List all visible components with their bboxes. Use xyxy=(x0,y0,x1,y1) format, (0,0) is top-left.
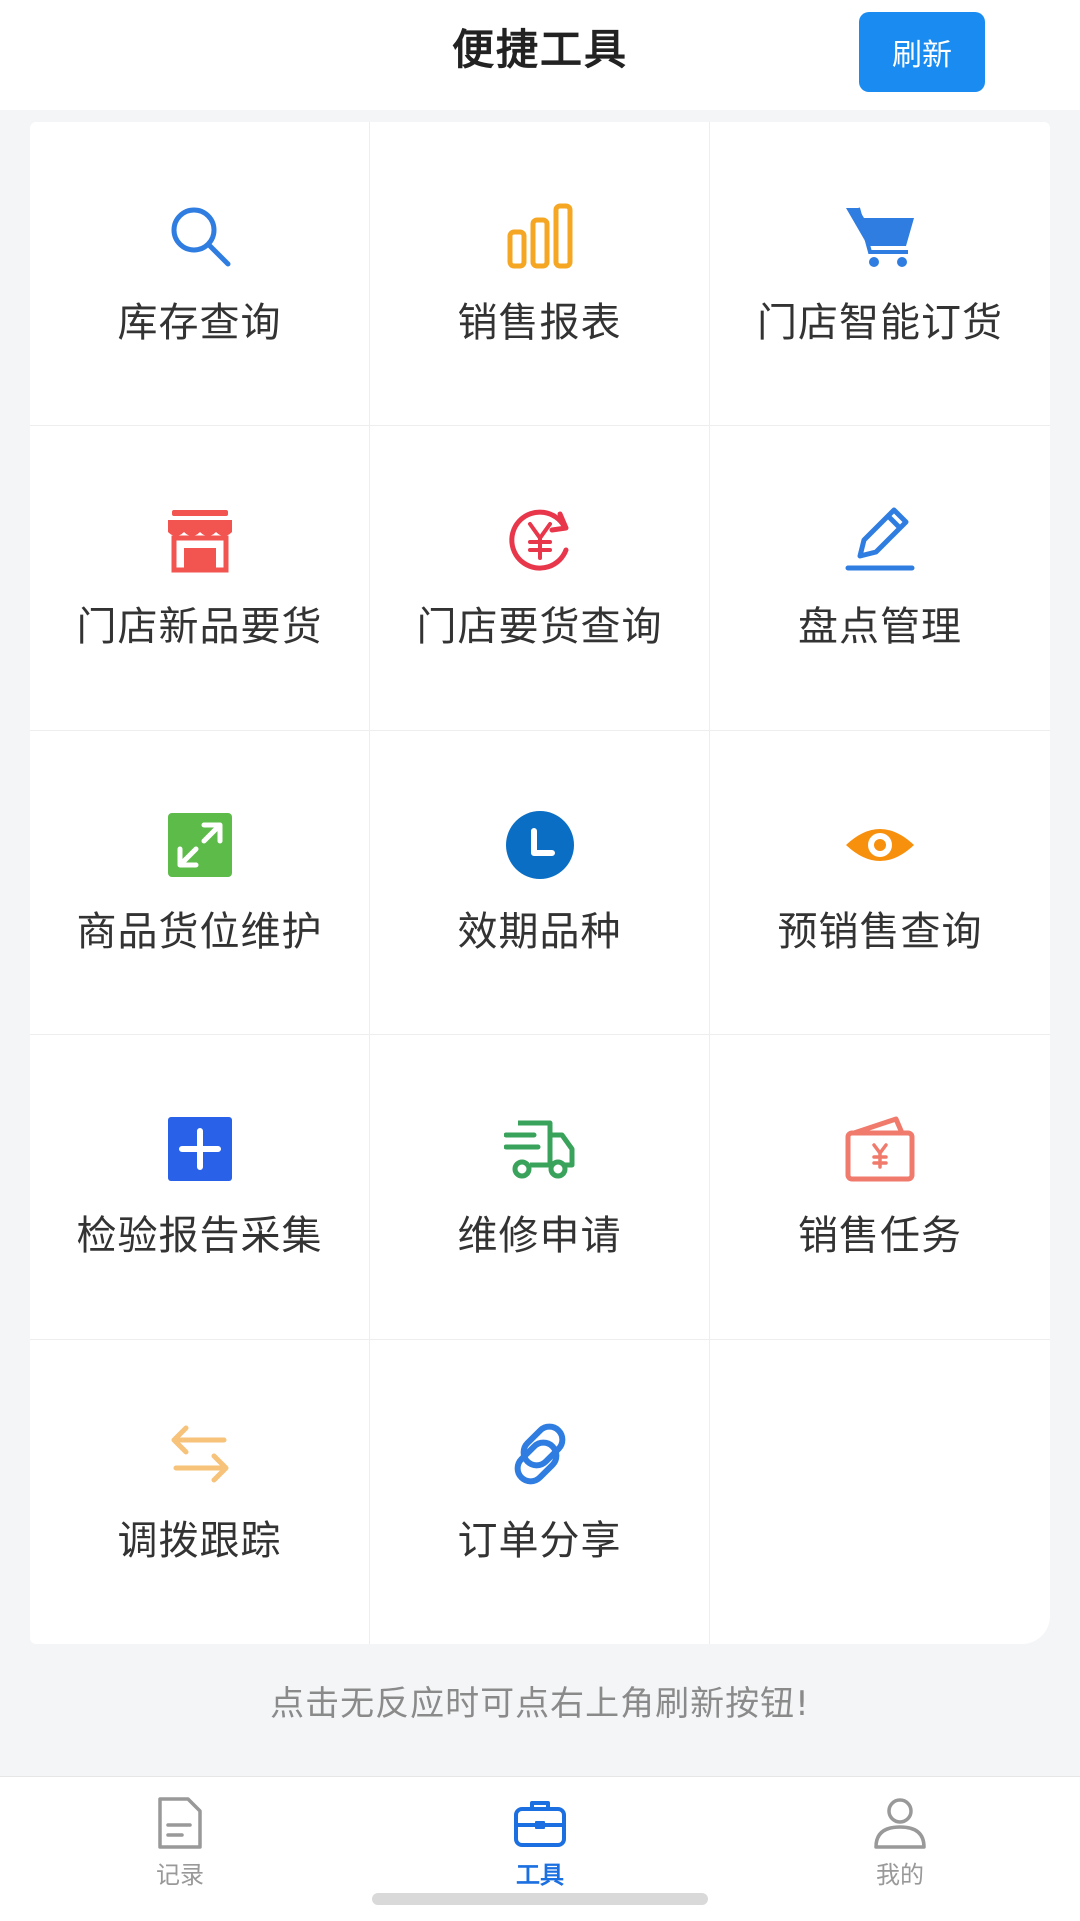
tool-label: 维修申请 xyxy=(457,1213,622,1260)
eye-icon xyxy=(844,809,916,881)
tab-label: 记录 xyxy=(156,1861,204,1889)
tool-label: 订单分享 xyxy=(457,1517,622,1564)
tool-inspection-report[interactable]: 检验报告采集 xyxy=(30,1035,370,1340)
tab-records[interactable]: 记录 xyxy=(80,1777,280,1889)
refresh-button[interactable]: 刷新 xyxy=(859,12,985,92)
tool-shelf-location[interactable]: 商品货位维护 xyxy=(30,730,370,1036)
tool-repair-request[interactable]: 维修申请 xyxy=(370,1035,710,1340)
plus-square-icon xyxy=(164,1113,236,1185)
tool-presale-query[interactable]: 预销售查询 xyxy=(710,731,1050,1036)
tool-label: 预销售查询 xyxy=(777,908,983,955)
tool-label: 商品货位维护 xyxy=(76,908,323,955)
tool-label: 调拨跟踪 xyxy=(117,1517,282,1564)
tab-tools[interactable]: 工具 xyxy=(440,1777,640,1889)
truck-icon xyxy=(503,1113,576,1185)
home-indicator xyxy=(372,1893,708,1905)
tool-sales-report[interactable]: 销售报表 xyxy=(370,122,710,427)
document-icon xyxy=(152,1795,208,1851)
tool-order-share[interactable]: 订单分享 xyxy=(370,1339,710,1644)
header-bar: 便捷工具 刷新 xyxy=(0,0,1080,110)
link-icon xyxy=(504,1418,576,1490)
tool-label: 检验报告采集 xyxy=(76,1213,323,1260)
refresh-hint: 点击无反应时可点右上角刷新按钮! xyxy=(270,1684,810,1724)
clock-icon xyxy=(504,809,576,881)
tool-expiry-items[interactable]: 效期品种 xyxy=(370,730,710,1036)
search-icon xyxy=(164,200,236,272)
bar-chart-icon xyxy=(504,200,576,272)
tool-grid-card: 库存查询 销售报表 门店智能订货 门店新品要货 门店要货查询 盘点管理 商品货位… xyxy=(30,122,1050,1644)
tool-transfer-tracking[interactable]: 调拨跟踪 xyxy=(30,1339,370,1644)
wallet-icon xyxy=(844,1113,916,1185)
empty-grid-cell xyxy=(710,1340,1050,1644)
transfer-arrows-icon xyxy=(164,1418,236,1490)
pencil-icon xyxy=(844,504,916,576)
tool-stock-query[interactable]: 库存查询 xyxy=(30,122,370,427)
tool-inventory-count[interactable]: 盘点管理 xyxy=(710,426,1050,731)
tab-label: 我的 xyxy=(876,1861,924,1889)
tool-label: 盘点管理 xyxy=(798,604,962,651)
user-icon xyxy=(872,1795,928,1851)
expand-icon xyxy=(164,809,236,881)
tool-label: 门店要货查询 xyxy=(416,604,663,651)
tool-grid: 库存查询 销售报表 门店智能订货 门店新品要货 门店要货查询 盘点管理 商品货位… xyxy=(30,122,1050,1644)
tool-store-request-query[interactable]: 门店要货查询 xyxy=(370,426,710,731)
tab-label: 工具 xyxy=(516,1861,564,1889)
tool-sales-task[interactable]: 销售任务 xyxy=(710,1035,1050,1340)
shopping-cart-icon xyxy=(844,200,916,272)
tool-smart-ordering[interactable]: 门店智能订货 xyxy=(710,122,1050,427)
tool-new-product-request[interactable]: 门店新品要货 xyxy=(30,426,370,731)
tool-label: 门店新品要货 xyxy=(76,604,323,651)
store-icon xyxy=(164,504,236,576)
yen-refresh-icon xyxy=(504,504,576,576)
tool-label: 门店智能订货 xyxy=(757,300,1003,346)
tool-label: 销售报表 xyxy=(457,300,622,346)
tab-mine[interactable]: 我的 xyxy=(800,1777,1000,1889)
tool-label: 效期品种 xyxy=(457,908,622,955)
toolbox-icon xyxy=(512,1795,568,1851)
tool-label: 销售任务 xyxy=(798,1213,962,1260)
tool-label: 库存查询 xyxy=(117,300,282,346)
